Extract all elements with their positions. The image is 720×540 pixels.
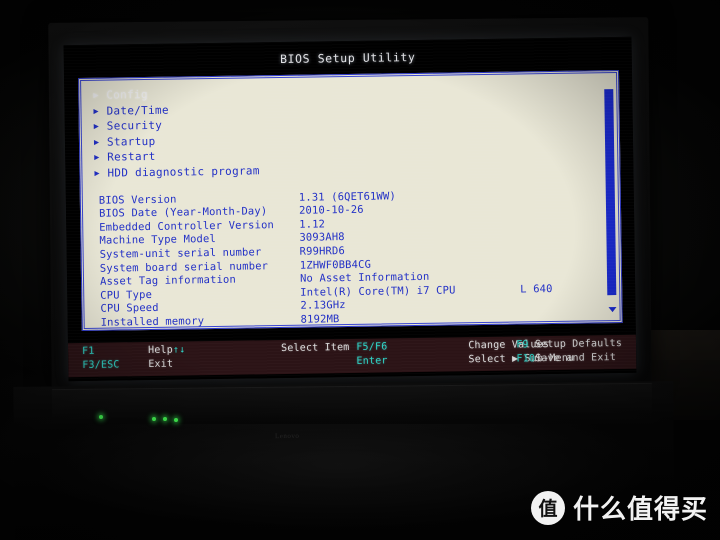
watermark-text: 什么值得买 <box>572 495 708 525</box>
photo-scene: BIOS Setup Utility ▶ Config ▶ Date/Time ▶ Sec… <box>0 0 720 540</box>
help-line <box>281 355 356 370</box>
submenu-arrow-icon: ▶ <box>93 121 100 132</box>
arrow-updown-icon: ↑↓ <box>172 344 186 356</box>
help-key-label[interactable]: F5/F6 <box>356 341 387 352</box>
submenu-arrow-icon: ▶ <box>94 168 100 179</box>
status-led-indicator-3 <box>174 418 178 422</box>
bios-panel-content: ▶ Config ▶ Date/Time ▶ Security ▶ Startup ▶ Resta… <box>89 79 599 329</box>
watermark-badge-icon: 值 <box>530 490 565 525</box>
help-description: Help <box>147 344 174 357</box>
help-line: Select Item <box>281 342 356 357</box>
help-column: Help ↑↓ Exit <box>148 343 281 372</box>
power-led-indicator <box>99 415 103 419</box>
help-key-label[interactable]: F9 <box>516 339 529 350</box>
page-title: BIOS Setup Utility <box>279 50 416 67</box>
help-column: Change Values Select ▶ Sub-Menu <box>468 339 574 368</box>
watermark: 值 什么值得买 <box>530 489 708 526</box>
help-line: Setup Defaults <box>535 338 622 353</box>
bios-menu-item-label: Date/Time <box>106 103 169 118</box>
bios-menu-item-label: Security <box>106 118 163 133</box>
help-column: F9 F10 <box>516 339 535 366</box>
help-column: Select Item <box>281 342 357 370</box>
info-value: 8192MB <box>300 313 340 326</box>
help-line: F10 <box>516 353 535 367</box>
submenu-arrow-icon: ▶ <box>93 90 99 101</box>
help-description: Setup Defaults <box>534 337 623 351</box>
bios-menu-item-label: HDD diagnostic program <box>107 164 260 180</box>
status-led-indicator-2 <box>163 417 167 421</box>
submenu-arrow-icon: ▶ <box>93 137 100 148</box>
bios-menu-list: ▶ Config ▶ Date/Time ▶ Security ▶ Startup ▶ Resta… <box>89 81 597 182</box>
help-description: Save and Exit <box>535 351 617 364</box>
help-column: F5/F6 Enter <box>356 340 468 369</box>
bios-menu-item-label: Config <box>106 87 148 102</box>
bios-main-panel: ▶ Config ▶ Date/Time ▶ Security ▶ Startup ▶ Resta… <box>78 69 623 331</box>
info-value-extra: L 640 <box>520 282 553 296</box>
help-key-label[interactable]: Enter <box>356 355 387 366</box>
bios-menu-item-label: Restart <box>107 150 156 164</box>
submenu-arrow-icon: ▶ <box>94 153 100 164</box>
info-label: Installed memory <box>100 315 205 329</box>
help-key-label[interactable]: F3/ESC <box>82 359 148 371</box>
help-description: Select Item <box>280 342 350 355</box>
panel-scrollbar[interactable] <box>604 77 617 319</box>
help-line: Select ▶ Sub-Menu <box>468 352 574 367</box>
laptop-brand-logo: Lenovo <box>274 431 300 441</box>
help-description: Exit <box>148 358 174 370</box>
help-line: F3/ESC <box>82 359 148 373</box>
help-column: Setup Defaults Save and Exit <box>535 338 622 366</box>
function-key-help-bar: F1 F3/ESC Help ↑↓ Exit Select Item F5/F6 Enter C… <box>67 334 637 378</box>
status-led-indicator-1 <box>152 417 156 421</box>
system-information-table: BIOS Version 1.31 (6QET61WW) BIOS Date (Ye… <box>91 187 600 330</box>
laptop-hinge-strip <box>51 382 653 420</box>
laptop-lcd-screen: BIOS Setup Utility ▶ Config ▶ Date/Time ▶ Sec… <box>63 36 637 382</box>
help-key-label[interactable]: F10 <box>516 353 535 364</box>
bios-menu-item-label: Startup <box>106 134 156 149</box>
help-line: Save and Exit <box>535 351 622 366</box>
help-column: F1 F3/ESC <box>82 345 148 373</box>
help-line: Enter <box>356 354 468 369</box>
help-line: Change Values <box>468 339 549 354</box>
scroll-down-arrow-icon[interactable] <box>607 304 617 315</box>
submenu-arrow-icon: ▶ <box>93 106 100 117</box>
bios-setup-screen: BIOS Setup Utility ▶ Config ▶ Date/Time ▶ Sec… <box>63 36 637 382</box>
scrollbar-thumb[interactable] <box>604 89 617 296</box>
help-line: F9 <box>516 339 535 353</box>
help-line: F1 <box>82 345 148 359</box>
help-key-label[interactable]: F1 <box>82 345 148 357</box>
help-line: Exit <box>148 357 281 372</box>
